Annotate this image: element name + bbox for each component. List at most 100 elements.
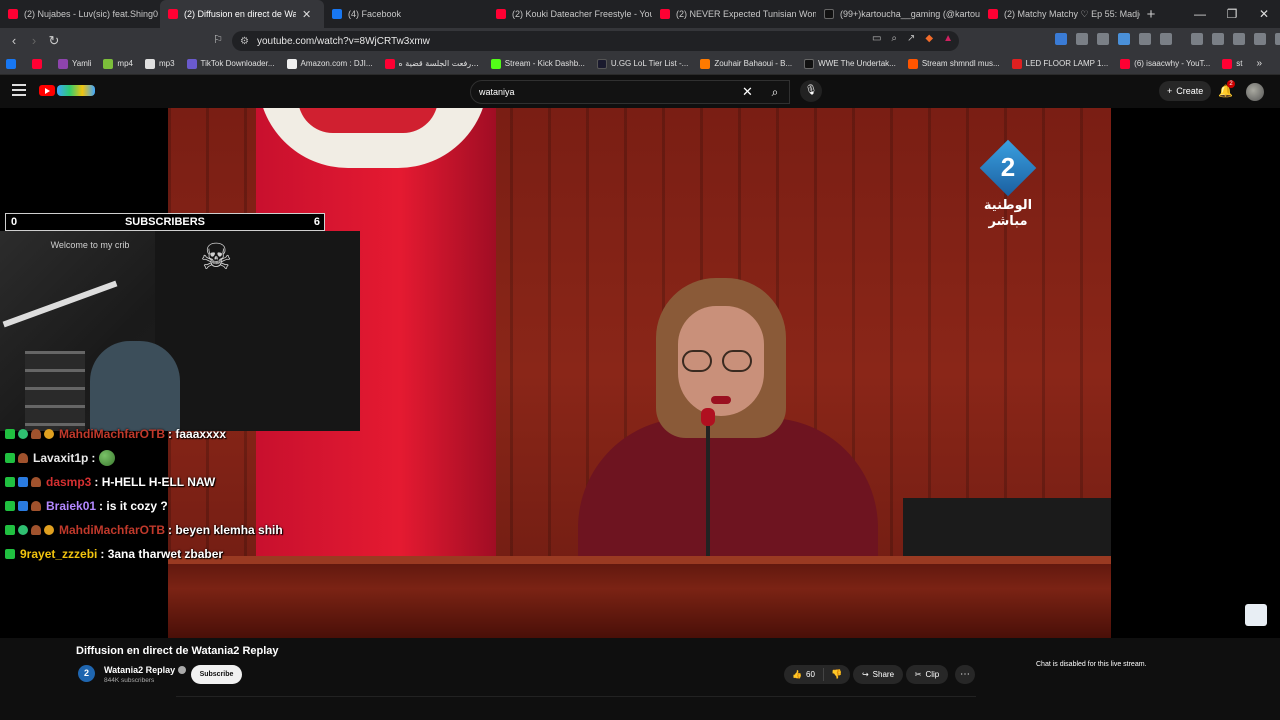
extension-icon[interactable]: [1076, 33, 1088, 45]
tab-title: (2) Diffusion en direct de Wat: [184, 9, 296, 19]
bookmark-tiktok-downloader[interactable]: TikTok Downloader...: [186, 58, 275, 69]
extension-icon[interactable]: [1160, 33, 1172, 45]
wallet-icon[interactable]: [1233, 33, 1245, 45]
watania2-logo: 2 الوطنية مباشر: [978, 139, 1038, 230]
hat-badge-icon: [31, 501, 41, 511]
voice-search-button[interactable]: 🎙: [800, 80, 822, 102]
hamburger-menu-icon[interactable]: [12, 84, 26, 98]
tab-diffusion[interactable]: (2) Diffusion en direct de Wat ✕: [160, 0, 324, 28]
bookmark-label: st: [1236, 59, 1243, 68]
tab-kouki[interactable]: (2) Kouki Dateacher Freestyle - YouT: [488, 0, 652, 28]
channel-avatar[interactable]: 2: [78, 665, 95, 682]
bookmark-mp3[interactable]: mp3: [144, 58, 175, 69]
soundcloud-icon: [907, 58, 918, 69]
hat-badge-icon: [31, 525, 41, 535]
maximize-icon[interactable]: ❐: [1216, 0, 1248, 28]
bookmark-facebook[interactable]: [6, 58, 20, 69]
kick-badge-icon: [5, 477, 15, 487]
zoom-icon[interactable]: ⌕: [891, 33, 897, 44]
url-field[interactable]: ⚙ youtube.com/watch?v=8WjCRTw3xmw ▭ ⌕ ↗ …: [232, 31, 959, 51]
subscriber-goal-bar: 0 SUBSCRIBERS 6: [5, 213, 325, 231]
tab-nujabes[interactable]: (2) Nujabes - Luv(sic) feat.Shing0: [0, 0, 160, 28]
notification-count-badge: 2: [1227, 80, 1235, 88]
chat-overlay: MahdiMachfarOTB : faaaxxxx Lavaxit1p : d…: [0, 422, 400, 566]
music-icon[interactable]: [1191, 33, 1203, 45]
tab-kartoucha[interactable]: (99+)kartoucha__gaming (@kartouc: [816, 0, 980, 28]
bookmark-label: Amazon.com : DJI...: [300, 59, 373, 68]
extension-icon[interactable]: [1055, 33, 1067, 45]
tab-facebook[interactable]: (4) Facebook: [324, 0, 488, 28]
bookmark-ugg[interactable]: U.GG LoL Tier List -...: [596, 58, 688, 69]
microphone-stand-image: [706, 413, 710, 563]
bookmark-lamp[interactable]: LED FLOOR LAMP 1...: [1011, 58, 1108, 69]
clip-label: Clip: [925, 670, 940, 679]
youtube-logo[interactable]: [39, 85, 95, 96]
bookmark-st[interactable]: st: [1222, 58, 1243, 69]
bookmark-label: WWE The Undertak...: [818, 59, 896, 68]
mp4-icon: [103, 58, 114, 69]
chat-username: 9rayet_zzzebi: [20, 547, 98, 561]
bookmark-label: Yamli: [72, 59, 92, 68]
create-button[interactable]: + Create: [1159, 81, 1212, 101]
like-button[interactable]: 👍 60: [784, 668, 824, 681]
clear-search-icon[interactable]: ✕: [742, 84, 753, 100]
back-icon[interactable]: ‹: [4, 33, 24, 48]
bookmark-wwe[interactable]: WWE The Undertak...: [804, 58, 896, 69]
logo-line-2: مباشر: [988, 214, 1028, 229]
extension-icon[interactable]: [1118, 33, 1130, 45]
reload-icon[interactable]: ↻: [44, 33, 64, 49]
new-tab-button[interactable]: +: [1140, 6, 1162, 23]
mp3-icon: [144, 58, 155, 69]
clip-button[interactable]: ✂ Clip: [906, 665, 948, 684]
forward-icon[interactable]: ›: [24, 33, 44, 48]
youtube-doodle-icon: [57, 85, 95, 96]
bookmark-yamli[interactable]: Yamli: [58, 58, 92, 69]
screen-cast-icon[interactable]: ▭: [872, 33, 881, 44]
bookmark-zouhair[interactable]: Zouhair Bahaoui - B...: [700, 58, 792, 69]
bookmark-arabic[interactable]: رفعت الجلسة قضية ه...: [384, 58, 479, 69]
share-page-icon[interactable]: ↗: [907, 33, 915, 44]
youtube-favicon-icon: [988, 9, 998, 19]
channel-watermark-icon[interactable]: [1245, 604, 1267, 626]
share-button[interactable]: ↪ Share: [853, 665, 903, 684]
kick-icon: [490, 58, 501, 69]
tab-never-expected[interactable]: (2) NEVER Expected Tunisian Woman: [652, 0, 816, 28]
chat-message: MahdiMachfarOTB : beyen klemha shih: [0, 518, 400, 542]
more-bookmarks-icon[interactable]: »: [1256, 58, 1262, 69]
channel-name: Watania2 Replay: [104, 665, 176, 675]
bookmark-mp4[interactable]: mp4: [103, 58, 133, 69]
bookmark-soundcloud[interactable]: Stream shmndl mus...: [907, 58, 1000, 69]
ai-icon[interactable]: [1254, 33, 1266, 45]
sidebar-icon[interactable]: [1212, 33, 1224, 45]
menu-icon[interactable]: [1275, 33, 1280, 45]
site-info-icon[interactable]: ⚙: [240, 36, 249, 47]
extension-icon[interactable]: [1139, 33, 1151, 45]
microphone-head-image: [701, 408, 715, 426]
verified-check-icon: [178, 666, 187, 674]
url-text: youtube.com/watch?v=8WjCRTw3xmw: [256, 35, 430, 47]
video-player[interactable]: 2 الوطنية مباشر 0 SUBSCRIBERS 6 ☠ Welcom…: [0, 108, 1280, 638]
tab-matchy[interactable]: (2) Matchy Matchy ♡ Ep 55: Madjo: [980, 0, 1140, 28]
bookmark-kick[interactable]: Stream - Kick Dashb...: [490, 58, 585, 69]
brave-rewards-icon[interactable]: ▲: [943, 33, 953, 44]
extension-icon[interactable]: [1097, 33, 1109, 45]
close-tab-icon[interactable]: ✕: [302, 8, 311, 21]
bookmark-icon[interactable]: ⚐: [208, 33, 228, 46]
chat-text: : faaaxxxx: [168, 427, 227, 441]
dislike-button[interactable]: 👎: [824, 669, 850, 680]
channel-name-row[interactable]: Watania2 Replay: [104, 665, 187, 675]
brave-shield-icon[interactable]: ◆: [925, 33, 933, 44]
goal-label: SUBSCRIBERS: [124, 216, 206, 228]
bookmark-isaacwhy[interactable]: (6) isaacwhy - YouT...: [1120, 58, 1210, 69]
monitor-image: [903, 498, 1111, 558]
account-avatar[interactable]: [1246, 83, 1264, 101]
close-window-icon[interactable]: ✕: [1248, 0, 1280, 28]
search-button[interactable]: ⌕: [761, 80, 789, 104]
minimize-icon[interactable]: —: [1184, 0, 1216, 28]
bookmark-site-icon: [700, 58, 711, 69]
bookmark-youtube[interactable]: [32, 58, 46, 69]
bookmark-amazon[interactable]: Amazon.com : DJI...: [286, 58, 373, 69]
more-actions-button[interactable]: ⋯: [955, 665, 975, 684]
chat-username: Lavaxit1p: [33, 451, 89, 465]
subscribe-button[interactable]: Subscribe: [191, 665, 242, 684]
